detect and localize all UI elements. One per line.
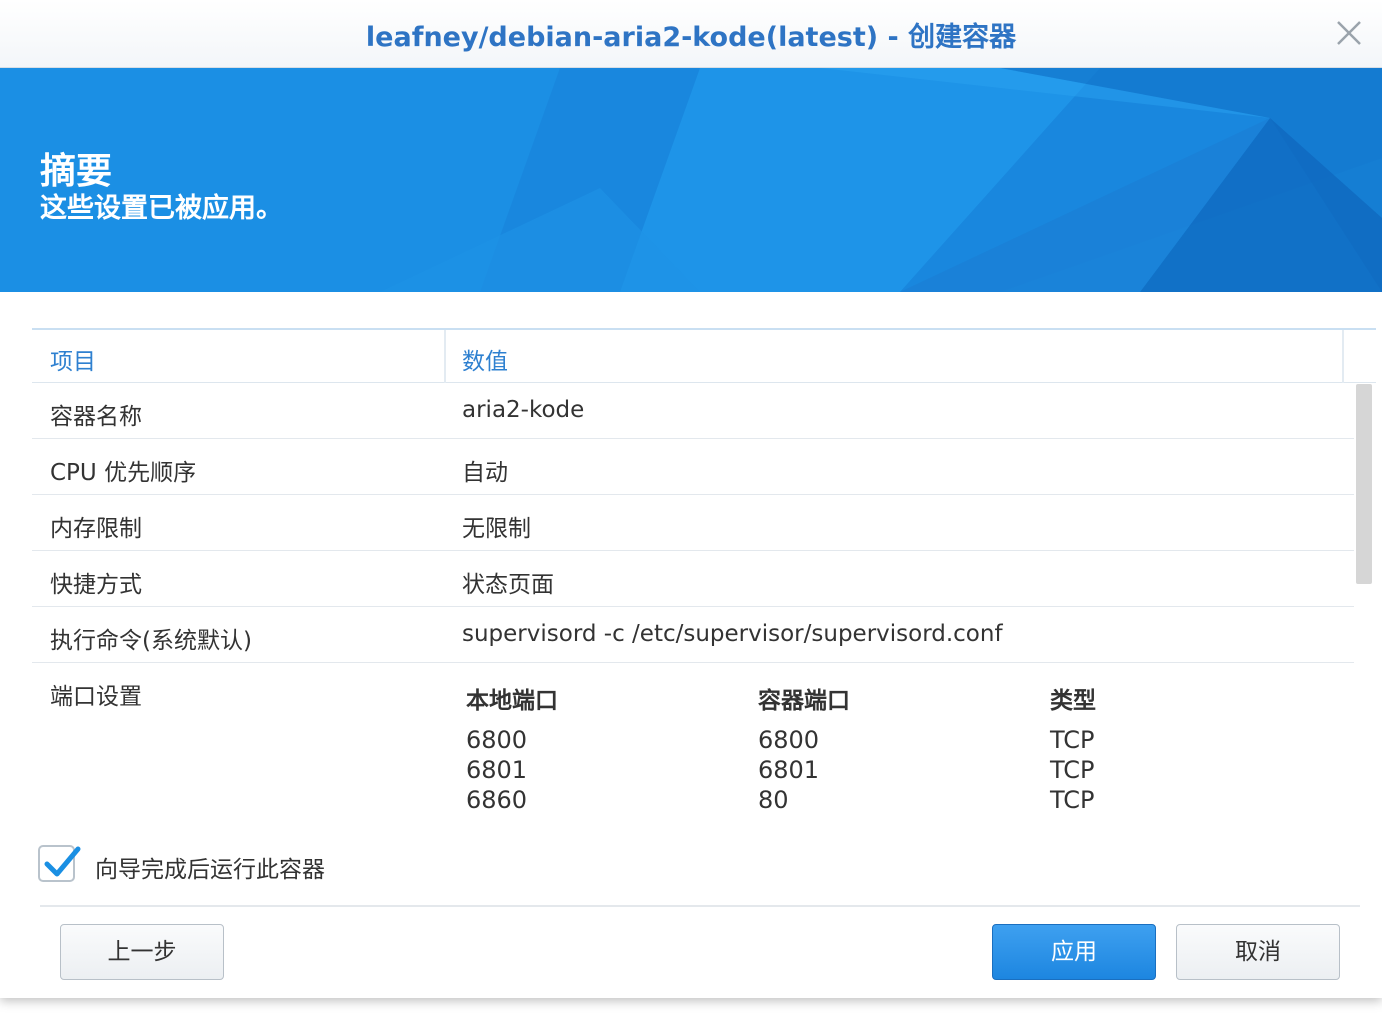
- close-button[interactable]: [1334, 18, 1364, 48]
- banner-subtitle: 这些设置已被应用。: [40, 193, 283, 224]
- table-scrollbar[interactable]: [1356, 384, 1372, 584]
- table-header: 项目 数值: [32, 328, 1376, 383]
- port-local: 6860: [466, 786, 528, 814]
- table-row: 快捷方式 状态页面: [32, 551, 1354, 607]
- row-key: 快捷方式: [50, 572, 142, 598]
- ports-column-local: 本地端口 6800 6801 6860: [466, 681, 746, 815]
- summary-banner: 摘要 这些设置已被应用。: [0, 68, 1382, 292]
- back-button[interactable]: 上一步: [60, 924, 224, 980]
- row-value: 无限制: [462, 516, 531, 542]
- port-type: TCP: [1050, 786, 1095, 814]
- column-separator[interactable]: [444, 330, 446, 383]
- table-row: 执行命令(系统默认) supervisord -c /etc/superviso…: [32, 607, 1354, 663]
- port-container: 6801: [758, 756, 820, 784]
- row-key: 执行命令(系统默认): [50, 628, 252, 654]
- cancel-button[interactable]: 取消: [1176, 924, 1340, 980]
- ports-column-container: 容器端口 6800 6801 80: [758, 681, 1038, 815]
- row-value: aria2-kode: [462, 397, 585, 423]
- table-row: 内存限制 无限制: [32, 495, 1354, 551]
- port-container: 80: [758, 786, 789, 814]
- create-container-dialog: leafney/debian-aria2-kode(latest) - 创建容器…: [0, 0, 1382, 998]
- column-separator[interactable]: [1342, 330, 1344, 383]
- row-key: CPU 优先顺序: [50, 460, 197, 486]
- close-icon: [1337, 21, 1361, 45]
- table-body: 容器名称 aria2-kode CPU 优先顺序 自动 内存限制 无限制 快捷方…: [32, 383, 1354, 823]
- checkmark-icon: [44, 846, 81, 877]
- run-after-wizard-label: 向导完成后运行此容器: [95, 857, 325, 883]
- row-value: 自动: [462, 460, 508, 486]
- table-row-ports: 端口设置 本地端口 6800 6801 6860 容器端口 6800 6801 …: [32, 663, 1354, 823]
- row-value: supervisord -c /etc/supervisor/superviso…: [462, 621, 1003, 647]
- ports-header-local: 本地端口: [466, 688, 558, 714]
- column-header-item[interactable]: 项目: [50, 342, 96, 376]
- title-bar: leafney/debian-aria2-kode(latest) - 创建容器: [0, 0, 1382, 68]
- table-row: 容器名称 aria2-kode: [32, 383, 1354, 439]
- footer-divider: [40, 905, 1360, 907]
- ports-column-type: 类型 TCP TCP TCP: [1050, 681, 1166, 815]
- summary-table: 项目 数值 容器名称 aria2-kode CPU 优先顺序 自动 内存限制 无…: [32, 328, 1376, 823]
- row-key: 内存限制: [50, 516, 142, 542]
- port-local: 6800: [466, 726, 528, 754]
- row-key: 端口设置: [50, 684, 142, 710]
- port-container: 6800: [758, 726, 820, 754]
- window-title: leafney/debian-aria2-kode(latest) - 创建容器: [365, 22, 1017, 53]
- port-type: TCP: [1050, 726, 1095, 754]
- port-type: TCP: [1050, 756, 1095, 784]
- ports-header-container: 容器端口: [758, 688, 850, 714]
- port-local: 6801: [466, 756, 528, 784]
- row-value: 状态页面: [462, 572, 554, 598]
- ports-header-type: 类型: [1050, 688, 1096, 714]
- apply-button[interactable]: 应用: [992, 924, 1156, 980]
- row-key: 容器名称: [50, 404, 142, 430]
- column-header-value[interactable]: 数值: [462, 342, 508, 376]
- table-row: CPU 优先顺序 自动: [32, 439, 1354, 495]
- run-after-wizard-checkbox[interactable]: [38, 845, 81, 882]
- banner-background: [0, 68, 1382, 292]
